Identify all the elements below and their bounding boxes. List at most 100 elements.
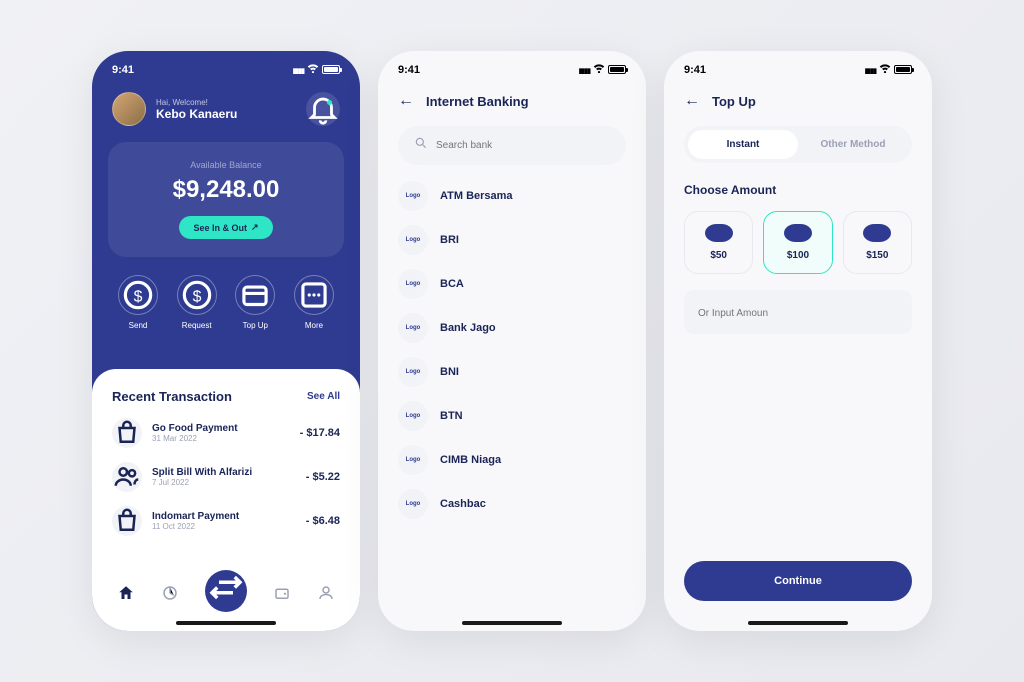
bank-logo-icon: Logo [398, 445, 428, 475]
transaction-item[interactable]: Split Bill With Alfarizi 7 Jul 2022 - $5… [112, 462, 340, 492]
home-screen: 9:41 Hai, Welcome! Kebo Kanaeru Availabl… [92, 51, 360, 631]
screen-header: ← Top Up [664, 84, 932, 126]
bank-item[interactable]: LogoBTN [398, 401, 626, 431]
home-indicator [748, 621, 848, 625]
avatar [112, 92, 146, 126]
tab-instant[interactable]: Instant [688, 130, 798, 159]
bank-logo-icon: Logo [398, 357, 428, 387]
nav-profile[interactable] [317, 584, 335, 607]
status-icons [579, 63, 626, 76]
status-icons [865, 63, 912, 76]
balance-amount: $9,248.00 [126, 176, 326, 204]
page-title: Top Up [712, 94, 756, 109]
coin-icon [784, 224, 812, 242]
custom-amount-field[interactable] [684, 290, 912, 334]
arrow-icon: ↗ [251, 222, 259, 233]
bank-item[interactable]: LogoCIMB Niaga [398, 445, 626, 475]
status-bar: 9:41 [664, 51, 932, 84]
people-icon [112, 462, 142, 492]
back-button[interactable]: ← [398, 92, 414, 110]
nav-home[interactable] [117, 584, 135, 607]
amount-option-50[interactable]: $50 [684, 211, 753, 274]
bank-item[interactable]: LogoCashbac [398, 489, 626, 519]
screen-header: ← Internet Banking [378, 84, 646, 126]
bank-item[interactable]: LogoBNI [398, 357, 626, 387]
signal-icon [865, 64, 876, 76]
see-all-link[interactable]: See All [307, 391, 340, 402]
back-button[interactable]: ← [684, 92, 700, 110]
see-in-out-button[interactable]: See In & Out ↗ [179, 216, 272, 239]
status-bar: 9:41 [378, 51, 646, 84]
svg-text:$: $ [192, 288, 201, 305]
page-title: Internet Banking [426, 94, 529, 109]
battery-icon [322, 65, 340, 74]
wifi-icon [879, 63, 891, 76]
tab-other-method[interactable]: Other Method [798, 130, 908, 159]
home-indicator [462, 621, 562, 625]
custom-amount-input[interactable] [698, 308, 898, 319]
amount-option-150[interactable]: $150 [843, 211, 912, 274]
choose-amount-title: Choose Amount [664, 183, 932, 211]
bank-item[interactable]: LogoBRI [398, 225, 626, 255]
signal-icon [293, 64, 304, 76]
status-bar: 9:41 [92, 51, 360, 84]
balance-label: Available Balance [126, 160, 326, 170]
bank-logo-icon: Logo [398, 181, 428, 211]
more-button[interactable]: More [294, 275, 334, 330]
search-input[interactable] [436, 140, 610, 151]
method-tabs: Instant Other Method [684, 126, 912, 163]
status-time: 9:41 [684, 64, 706, 76]
balance-card: Available Balance $9,248.00 See In & Out… [108, 142, 344, 257]
bank-logo-icon: Logo [398, 313, 428, 343]
username: Kebo Kanaeru [156, 107, 237, 121]
home-indicator [176, 621, 276, 625]
bank-item[interactable]: LogoATM Bersama [398, 181, 626, 211]
bank-item[interactable]: LogoBCA [398, 269, 626, 299]
wifi-icon [593, 63, 605, 76]
recent-transactions-sheet: Recent Transaction See All Go Food Payme… [92, 369, 360, 631]
quick-actions: $ Send $ Request Top Up More [92, 257, 360, 352]
transaction-item[interactable]: Go Food Payment 31 Mar 2022 - $17.84 [112, 418, 340, 448]
nav-transfer[interactable] [205, 570, 247, 612]
shopping-bag-icon [112, 506, 142, 536]
coin-icon [705, 224, 733, 242]
bank-list: LogoATM Bersama LogoBRI LogoBCA LogoBank… [378, 181, 646, 519]
request-button[interactable]: $ Request [177, 275, 217, 330]
transaction-item[interactable]: Indomart Payment 11 Oct 2022 - $6.48 [112, 506, 340, 536]
notification-button[interactable] [306, 92, 340, 126]
topup-button[interactable]: Top Up [235, 275, 275, 330]
continue-button[interactable]: Continue [684, 561, 912, 601]
more-icon [294, 275, 334, 315]
battery-icon [608, 65, 626, 74]
home-header: Hai, Welcome! Kebo Kanaeru [92, 84, 360, 142]
bank-item[interactable]: LogoBank Jago [398, 313, 626, 343]
topup-screen: 9:41 ← Top Up Instant Other Method Choos… [664, 51, 932, 631]
signal-icon [579, 64, 590, 76]
status-icons [293, 63, 340, 76]
status-time: 9:41 [112, 64, 134, 76]
bank-logo-icon: Logo [398, 401, 428, 431]
status-time: 9:41 [398, 64, 420, 76]
wifi-icon [307, 63, 319, 76]
greeting-text: Hai, Welcome! [156, 98, 237, 107]
nav-stats[interactable] [161, 584, 179, 607]
request-icon: $ [177, 275, 217, 315]
battery-icon [894, 65, 912, 74]
search-bar[interactable] [398, 126, 626, 165]
shopping-bag-icon [112, 418, 142, 448]
search-icon [414, 136, 428, 155]
user-profile[interactable]: Hai, Welcome! Kebo Kanaeru [112, 92, 237, 126]
recent-title: Recent Transaction [112, 389, 232, 404]
coin-icon [863, 224, 891, 242]
nav-wallet[interactable] [273, 584, 291, 607]
bank-logo-icon: Logo [398, 269, 428, 299]
amount-options: $50 $100 $150 [664, 211, 932, 290]
bank-logo-icon: Logo [398, 225, 428, 255]
internet-banking-screen: 9:41 ← Internet Banking LogoATM Bersama … [378, 51, 646, 631]
svg-text:$: $ [134, 288, 143, 305]
amount-option-100[interactable]: $100 [763, 211, 832, 274]
topup-icon [235, 275, 275, 315]
bank-logo-icon: Logo [398, 489, 428, 519]
send-button[interactable]: $ Send [118, 275, 158, 330]
send-icon: $ [118, 275, 158, 315]
